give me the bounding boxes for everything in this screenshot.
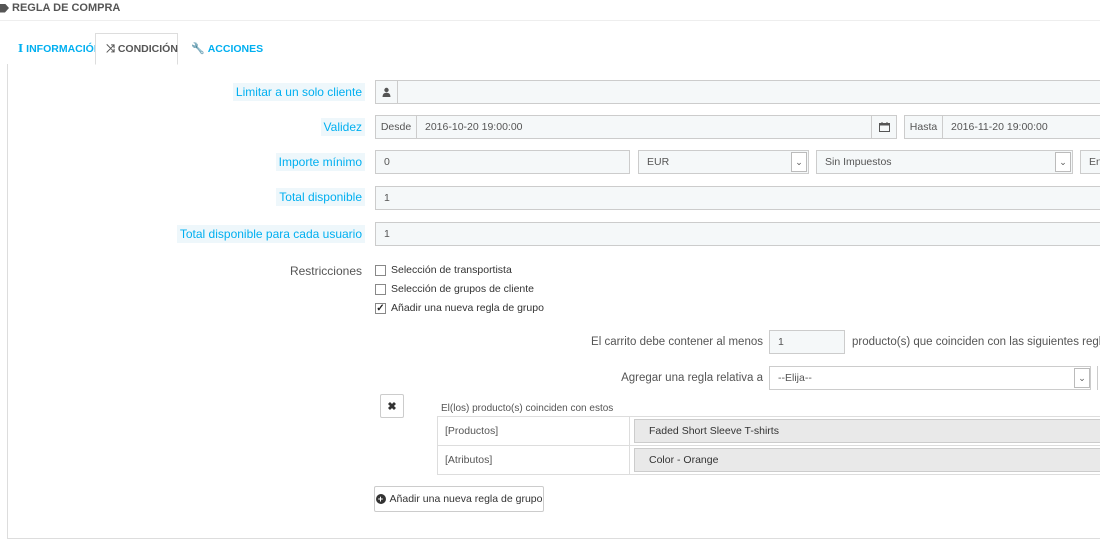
rule-value-select[interactable]: Faded Short Sleeve T-shirts [634,419,1100,443]
product-rule-checkbox[interactable]: ✓ [375,303,386,314]
add-group-button[interactable]: + Añadir una nueva regla de grupo [374,486,544,512]
tag-icon [0,3,9,13]
total-per-user-label: Total disponible para cada usuario [176,225,365,243]
table-row: [Atributos] Color - Orange [437,445,1100,475]
minimum-amount-label: Importe mínimo [275,153,365,171]
rule-group-table: [Productos] Faded Short Sleeve T-shirts … [437,416,1100,475]
to-addon: Hasta [904,115,943,139]
cart-quantity-input[interactable]: 1 [769,330,845,354]
table-row: [Productos] Faded Short Sleeve T-shirts [437,416,1100,446]
page-title-text: REGLA DE COMPRA [12,2,121,14]
customer-group-checkbox[interactable] [375,284,386,295]
info-icon: i [18,42,24,55]
user-icon [375,80,398,104]
calendar-icon[interactable] [871,115,897,139]
shuffle-icon: ⤨ [106,42,115,55]
close-icon: ✖ [387,400,397,413]
product-rule-checkbox-label: Añadir una nueva regla de grupo [391,302,544,314]
total-available-label: Total disponible [276,188,365,206]
tax-value: Sin Impuestos [825,156,892,168]
currency-select[interactable]: EUR [638,150,809,174]
plus-circle-icon: + [375,494,386,504]
title-divider [0,20,1100,21]
cart-rule-suffix: producto(s) que coinciden con las siguie… [852,336,1100,348]
rule-value-select[interactable]: Color - Orange [634,448,1100,472]
add-rule-relative-select[interactable]: --Elija-- [769,366,1091,390]
tab-bar: i INFORMACIÓN ⤨ CONDICIÓN 🔧 ACCIONES [0,33,1100,65]
add-rule-relative-label: Agregar una regla relativa a [621,372,763,384]
rule-group-title: El(los) producto(s) coinciden con estos [441,403,614,414]
rule-value-cell-wrap: Color - Orange [629,445,1100,475]
tax-select[interactable]: Sin Impuestos [816,150,1073,174]
restrictions-label: Restricciones [289,264,362,278]
add-group-button-label: Añadir una nueva regla de grupo [389,493,543,505]
chevron-down-icon: ⌄ [1074,368,1090,388]
date-from-input[interactable]: 2016-10-20 19:00:00 [416,115,872,139]
cart-rule-prefix: El carrito debe contener al menos [591,336,763,348]
delete-rule-group-button[interactable]: ✖ [380,394,404,418]
carrier-checkbox[interactable] [375,265,386,276]
chevron-down-icon: ⌄ [1055,152,1071,172]
rule-value-cell-wrap: Faded Short Sleeve T-shirts [629,416,1100,446]
customer-input[interactable] [397,80,1100,104]
page-title: REGLA DE COMPRA [0,2,120,14]
tab-condicion-label: CONDICIÓN [117,43,178,55]
limit-customer-label: Limitar a un solo cliente [232,83,365,101]
carrier-checkbox-label: Selección de transportista [391,264,512,276]
from-addon: Desde [375,115,417,139]
total-per-user-input[interactable]: 1 [375,222,1100,246]
tab-condicion[interactable]: ⤨ CONDICIÓN [95,33,178,65]
add-rule-relative-value: --Elija-- [778,372,812,384]
tab-acciones[interactable]: 🔧 ACCIONES [181,33,273,64]
chevron-down-icon: ⌄ [791,152,807,172]
wrench-icon: 🔧 [191,43,205,55]
minimum-amount-input[interactable]: 0 [375,150,630,174]
currency-value: EUR [647,156,670,168]
rule-type-cell: [Productos] [437,416,630,446]
date-to-input[interactable]: 2016-11-20 19:00:00 [942,115,1100,139]
rule-type-cell: [Atributos] [437,445,630,475]
tab-acciones-label: ACCIONES [207,42,264,55]
tab-informacion-label: INFORMACIÓN [26,42,102,55]
validity-label: Validez [320,118,365,136]
shipping-select[interactable]: En [1080,150,1100,174]
total-available-input[interactable]: 1 [375,186,1100,210]
customer-group-checkbox-label: Selección de grupos de cliente [391,283,535,295]
